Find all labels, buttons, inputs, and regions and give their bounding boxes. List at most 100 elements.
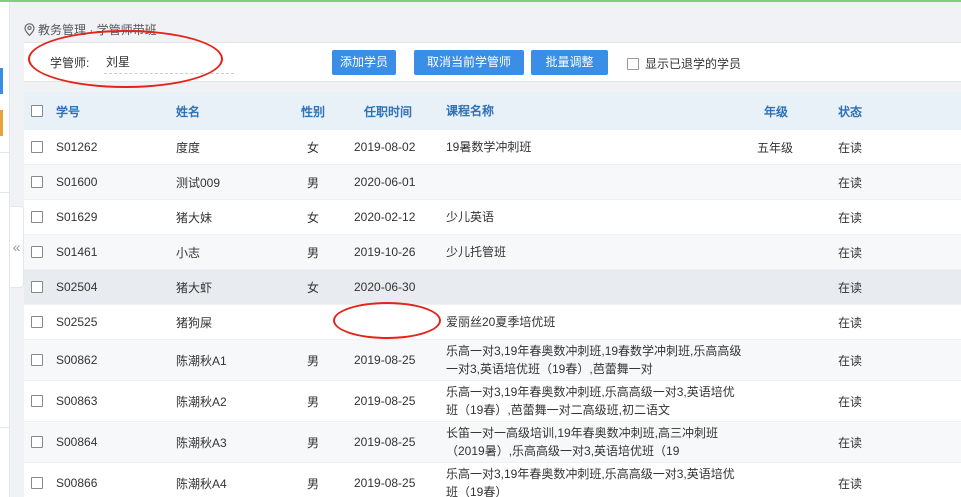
cell-name: 度度 <box>176 140 201 155</box>
cell-date: 2020-02-12 <box>354 210 416 224</box>
row-checkbox[interactable] <box>31 354 43 366</box>
cell-name: 陈潮秋A1 <box>176 353 227 368</box>
cell-grade: 五年级 <box>757 140 794 155</box>
cell-status: 在读 <box>838 140 863 155</box>
cell-id: S02525 <box>56 315 98 329</box>
cell-sex: 男 <box>306 435 319 450</box>
nav-divider <box>0 427 10 428</box>
cell-date: 2019-08-02 <box>354 140 416 154</box>
header-date[interactable]: 任职时间 <box>364 92 412 130</box>
table-row[interactable]: S01461 小志 男 2019-10-26 少儿托管班 在读 <box>24 235 961 270</box>
cell-date: 2019-08-25 <box>354 435 416 449</box>
cell-date: 2019-08-25 <box>354 353 416 367</box>
table-row[interactable]: S01262 度度 女 2019-08-02 19暑数学冲刺班 五年级 在读 <box>24 130 961 165</box>
row-checkbox[interactable] <box>31 246 43 258</box>
header-grade[interactable]: 年级 <box>764 92 788 130</box>
cell-date: 2019-08-25 <box>354 476 416 490</box>
cell-sex: 女 <box>306 210 319 225</box>
cell-course: 19暑数学冲刺班 <box>446 140 532 154</box>
row-checkbox-cell <box>31 235 43 269</box>
table-row[interactable]: S02525 猪狗屎 爱丽丝20夏季培优班 在读 <box>24 305 961 340</box>
cell-date: 2019-10-26 <box>354 245 416 259</box>
cell-date: 2020-06-01 <box>354 175 416 189</box>
cell-date: 2020-06-30 <box>354 280 416 294</box>
row-checkbox-cell <box>31 422 43 462</box>
cell-course: 乐高一对3,19年春奥数冲刺班,乐高高级一对3,英语培优班（19春）,芭蕾舞一对… <box>446 385 735 417</box>
cell-course: 乐高一对3,19年春奥数冲刺班,19春数学冲刺班,乐高高级一对3,英语培优班（1… <box>446 344 742 376</box>
batch-adjust-button[interactable]: 批量调整 <box>531 50 608 75</box>
add-student-button[interactable]: 添加学员 <box>332 50 396 75</box>
show-withdrawn-checkbox[interactable] <box>627 57 639 70</box>
table-row[interactable]: S02504 猪大虾 女 2020-06-30 在读 <box>24 270 961 305</box>
cell-course: 乐高一对3,19年春奥数冲刺班,乐高高级一对3,英语培优班（19春） <box>446 467 735 497</box>
table-row[interactable]: S00862 陈潮秋A1 男 2019-08-25 乐高一对3,19年春奥数冲刺班,19… <box>24 340 961 381</box>
select-all-cell <box>31 92 43 130</box>
cell-course: 少儿英语 <box>446 210 495 224</box>
select-all-checkbox[interactable] <box>31 105 43 117</box>
cell-name: 猪狗屎 <box>176 315 213 330</box>
header-status[interactable]: 状态 <box>838 92 862 130</box>
location-pin-icon <box>24 22 35 36</box>
nav-marker-warning[interactable] <box>0 110 3 136</box>
nav-marker-active[interactable] <box>0 68 3 94</box>
row-checkbox[interactable] <box>31 436 43 448</box>
cell-sex: 男 <box>306 245 319 260</box>
row-checkbox-cell <box>31 381 43 421</box>
nav-divider <box>0 152 10 153</box>
row-checkbox[interactable] <box>31 281 43 293</box>
cell-id: S00864 <box>56 435 98 449</box>
nav-divider <box>0 192 10 193</box>
left-nav-strip <box>0 2 10 497</box>
cancel-current-tutor-button[interactable]: 取消当前学管师 <box>414 50 524 75</box>
table-row[interactable]: S00864 陈潮秋A3 男 2019-08-25 长笛一对一高级培训,19年春奥数冲刺… <box>24 422 961 463</box>
cell-status: 在读 <box>838 394 863 409</box>
cell-course: 长笛一对一高级培训,19年春奥数冲刺班,高三冲刺班（2019暑）,乐高高级一对3… <box>446 426 719 458</box>
cell-course <box>446 165 746 199</box>
header-name[interactable]: 姓名 <box>176 92 200 130</box>
header-course[interactable]: 课程名称 <box>446 92 746 130</box>
cell-sex <box>300 305 326 339</box>
collapse-sidebar-button[interactable]: « <box>10 206 24 288</box>
cell-status: 在读 <box>838 210 863 225</box>
cell-id: S01262 <box>56 140 98 154</box>
row-checkbox[interactable] <box>31 141 43 153</box>
cell-name: 测试009 <box>176 175 221 190</box>
cell-name: 陈潮秋A2 <box>176 394 227 409</box>
cell-id: S01629 <box>56 210 98 224</box>
row-checkbox-cell <box>31 270 43 304</box>
show-withdrawn-label: 显示已退学的学员 <box>645 57 742 71</box>
table-row[interactable]: S01629 猪大妹 女 2020-02-12 少儿英语 在读 <box>24 200 961 235</box>
row-checkbox[interactable] <box>31 395 43 407</box>
header-sex[interactable]: 性别 <box>300 92 326 130</box>
cell-id: S00866 <box>56 476 98 490</box>
double-chevron-left-icon: « <box>12 239 21 255</box>
cell-status: 在读 <box>838 315 863 330</box>
annotation-ellipse-missing-date <box>333 302 441 339</box>
cell-status: 在读 <box>838 435 863 450</box>
cell-sex: 男 <box>306 175 319 190</box>
show-withdrawn-toggle[interactable]: 显示已退学的学员 <box>627 55 741 72</box>
cell-status: 在读 <box>838 245 863 260</box>
cell-sex: 女 <box>306 280 319 295</box>
annotation-ellipse-tutor <box>28 30 223 88</box>
row-checkbox[interactable] <box>31 176 43 188</box>
row-checkbox-cell <box>31 340 43 380</box>
cell-course <box>446 270 746 304</box>
row-checkbox[interactable] <box>31 477 43 489</box>
cell-name: 小志 <box>176 245 201 260</box>
cell-id: S01600 <box>56 175 98 189</box>
cell-status: 在读 <box>838 175 863 190</box>
cell-status: 在读 <box>838 280 863 295</box>
cell-status: 在读 <box>838 476 863 491</box>
header-id[interactable]: 学号 <box>56 92 80 130</box>
cell-sex: 男 <box>306 394 319 409</box>
row-checkbox-cell <box>31 165 43 199</box>
student-table: 学号 姓名 性别 任职时间 课程名称 年级 状态 S01262 度度女 2019-0… <box>24 92 961 497</box>
table-row[interactable]: S00866 陈潮秋A4 男 2019-08-25 乐高一对3,19年春奥数冲刺班,乐高… <box>24 463 961 497</box>
table-row[interactable]: S00863 陈潮秋A2 男 2019-08-25 乐高一对3,19年春奥数冲刺班,乐高… <box>24 381 961 422</box>
cell-name: 猪大妹 <box>176 210 213 225</box>
row-checkbox[interactable] <box>31 316 43 328</box>
row-checkbox[interactable] <box>31 211 43 223</box>
table-row[interactable]: S01600 测试009 男 2020-06-01 在读 <box>24 165 961 200</box>
cell-status: 在读 <box>838 353 863 368</box>
